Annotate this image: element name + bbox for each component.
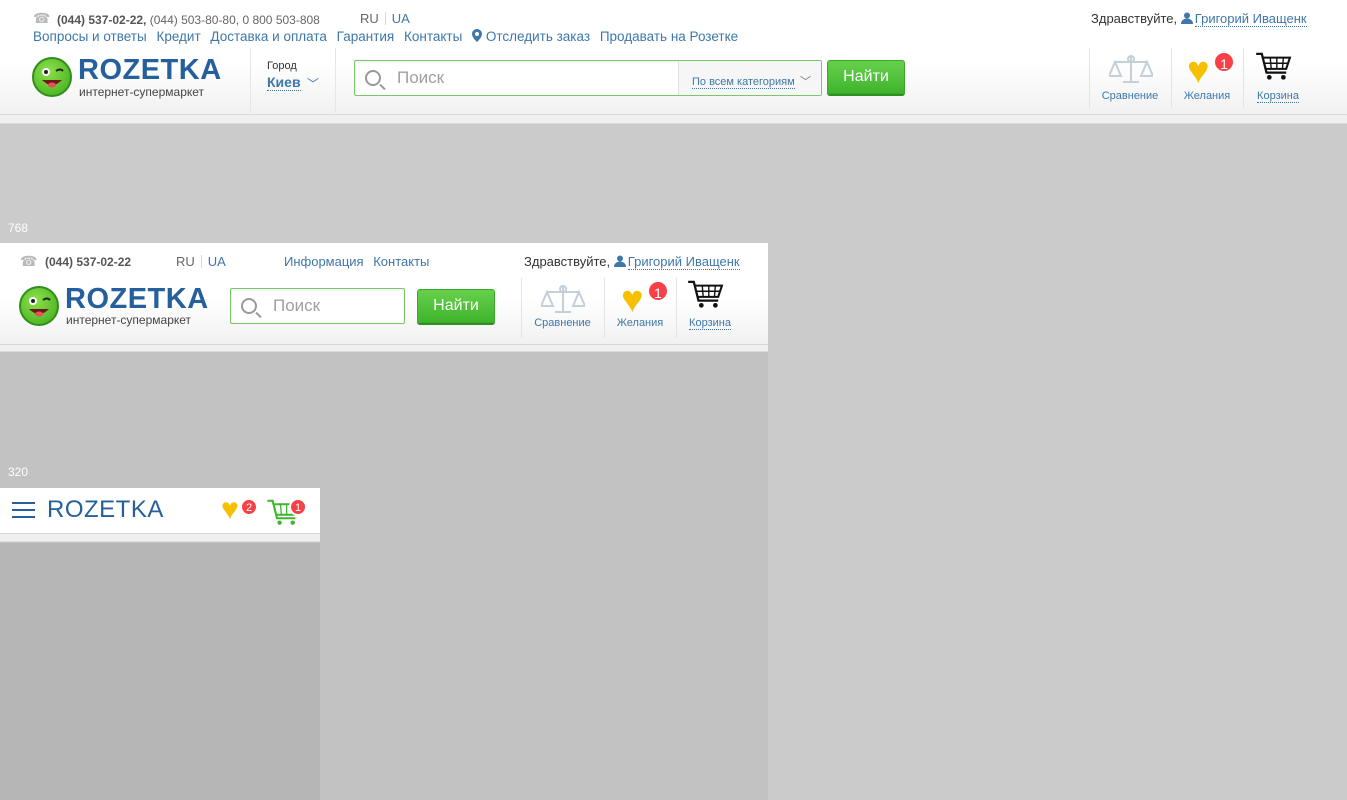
heart-icon: ♥ [221, 493, 239, 526]
find-button[interactable]: Найти [417, 289, 495, 323]
user-name-link[interactable]: Григорий Иващенк [627, 254, 740, 270]
search-category-label[interactable]: По всем категориям [692, 76, 795, 89]
phone-numbers[interactable]: (044) 537-02-22, (044) 503-80-80, 0 800 … [57, 11, 320, 29]
user-icon [613, 255, 626, 267]
find-button[interactable]: Найти [827, 60, 905, 94]
user-icon [1180, 12, 1193, 24]
cart-label: Корзина [1257, 90, 1299, 103]
nav-info[interactable]: Информация [284, 254, 364, 269]
user-name-link[interactable]: Григорий Иващенк [1194, 11, 1307, 27]
language-switcher: RU UA [176, 254, 226, 269]
phone-icon: ☎ [33, 10, 51, 26]
cart-button[interactable]: Корзина [676, 278, 744, 340]
search-icon [241, 298, 257, 314]
top-nav: Информация Контакты [284, 254, 435, 269]
cart-label: Корзина [689, 317, 731, 330]
wishlist-badge: 2 [240, 498, 258, 516]
wishlist-label: Желания [1183, 90, 1231, 102]
compare-button[interactable]: Сравнение [1089, 48, 1171, 110]
city-label: Город [267, 60, 297, 72]
compare-button[interactable]: Сравнение [521, 278, 604, 340]
cart-button[interactable]: Корзина [1243, 48, 1313, 110]
cart-badge: 1 [289, 498, 307, 516]
search-category-select[interactable]: По всем категориям ﹀ [678, 61, 821, 95]
compare-scales-icon [541, 285, 585, 313]
greeting: Здравствуйте, Григорий Иващенк [524, 254, 740, 270]
wishlist-button[interactable]: ♥ 1 Желания [1171, 48, 1243, 110]
compare-scales-icon [1109, 55, 1153, 83]
location-pin-icon [472, 29, 483, 42]
wishlist-label: Желания [616, 317, 664, 329]
nav-track-order[interactable]: Отследить заказ [486, 29, 590, 44]
logo-smile-icon [32, 57, 72, 97]
logo[interactable]: ROZETKA интернет-супермаркет [32, 54, 232, 101]
greeting-text: Здравствуйте, [1091, 11, 1178, 26]
cart-icon [688, 280, 724, 308]
search-box: Поиск По всем категориям ﹀ [354, 60, 822, 96]
cart-icon [1256, 52, 1292, 80]
logo-tagline: интернет-супермаркет [66, 313, 192, 327]
desktop-strip [0, 115, 1347, 124]
wishlist-badge: 1 [647, 280, 669, 302]
heart-icon: ♥ [621, 279, 644, 321]
nav-sell[interactable]: Продавать на Розетке [600, 29, 738, 44]
wishlist-button[interactable]: ♥ 1 Желания [604, 278, 676, 340]
phone-main[interactable]: (044) 537-02-22, [57, 13, 146, 27]
chevron-down-icon: ﹀ [307, 77, 320, 91]
city-value[interactable]: Киев [267, 74, 301, 91]
mobile-header: ROZETKA ♥ 2 1 [0, 488, 320, 534]
mobile-body [0, 543, 320, 800]
nav-contacts[interactable]: Контакты [373, 254, 429, 269]
phone-extra[interactable]: (044) 503-80-80, 0 800 503-808 [146, 13, 320, 27]
city-selector[interactable]: Город Киев ﹀ [250, 48, 336, 113]
nav-contacts[interactable]: Контакты [404, 29, 462, 44]
lang-ua[interactable]: UA [392, 11, 410, 26]
compare-label: Сравнение [534, 317, 591, 329]
chevron-down-icon: ﹀ [800, 76, 811, 88]
phone-main[interactable]: (044) 537-02-22 [45, 255, 131, 269]
breakpoint-768-label: 768 [8, 221, 29, 235]
wishlist-button[interactable]: ♥ 2 [221, 493, 261, 529]
desktop-header: ☎ (044) 537-02-22, (044) 503-80-80, 0 80… [0, 0, 1347, 115]
nav-credit[interactable]: Кредит [156, 29, 200, 44]
wishlist-badge: 1 [1213, 51, 1235, 73]
nav-delivery[interactable]: Доставка и оплата [210, 29, 326, 44]
logo[interactable]: ROZETKA интернет-супермаркет [19, 283, 219, 330]
language-switcher: RU UA [360, 11, 410, 26]
heart-icon: ♥ [1187, 50, 1210, 92]
lang-ru[interactable]: RU [360, 11, 379, 26]
logo-text[interactable]: ROZETKA [47, 496, 164, 524]
lang-ua[interactable]: UA [208, 254, 226, 269]
lang-ru[interactable]: RU [176, 254, 195, 269]
search-icon [365, 70, 381, 86]
nav-warranty[interactable]: Гарантия [337, 29, 395, 44]
tablet-strip [0, 345, 768, 352]
greeting: Здравствуйте, Григорий Иващенк [1091, 11, 1307, 27]
greeting-text: Здравствуйте, [524, 254, 611, 269]
tablet-header: ☎ (044) 537-02-22 RU UA Информация Контак… [0, 243, 768, 345]
hamburger-menu-icon[interactable] [12, 502, 35, 519]
logo-smile-icon [19, 286, 59, 326]
logo-tagline: интернет-супермаркет [79, 85, 205, 99]
search-input[interactable]: Поиск [397, 68, 444, 88]
phone-icon: ☎ [20, 253, 38, 269]
search-input[interactable]: Поиск [273, 296, 320, 316]
breakpoint-320-label: 320 [8, 465, 29, 479]
logo-text: ROZETKA [78, 54, 222, 86]
nav-faq[interactable]: Вопросы и ответы [33, 29, 147, 44]
logo-text: ROZETKA [65, 283, 209, 315]
cart-button[interactable]: 1 [267, 493, 311, 529]
mobile-strip [0, 534, 320, 542]
search-box: Поиск [230, 288, 405, 324]
compare-label: Сравнение [1101, 90, 1159, 102]
top-nav: Вопросы и ответы Кредит Доставка и оплат… [33, 29, 744, 44]
